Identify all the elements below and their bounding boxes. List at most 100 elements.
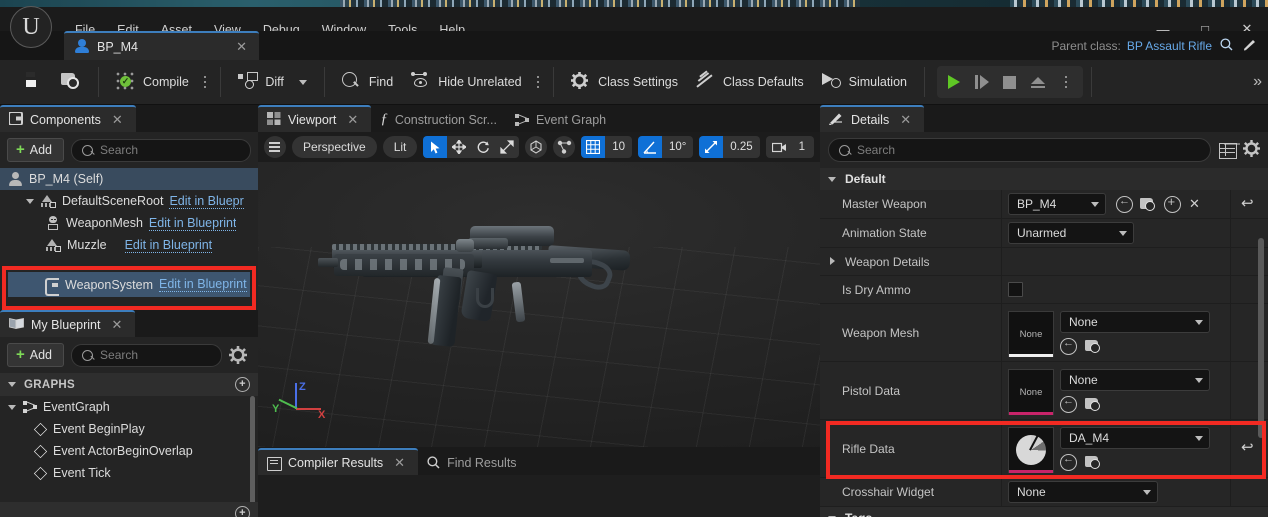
component-row-bp-m4-self[interactable]: BP_M4 (Self) [0,168,258,190]
tab-event-graph[interactable]: Event Graph [506,105,615,132]
use-selected-icon[interactable] [1060,337,1077,355]
class-settings-button[interactable]: Class Settings [562,65,687,99]
toolbar-overflow-button[interactable]: » [1253,73,1262,91]
component-row-weaponsystem[interactable]: WeaponSystem Edit in Blueprint [8,272,250,297]
browse-icon[interactable] [1085,338,1102,355]
stop-button[interactable] [996,68,1024,96]
step-button[interactable] [968,68,996,96]
component-row-weaponmesh[interactable]: WeaponMesh Edit in Blueprint [0,212,258,234]
crosshair-widget-combo[interactable]: None [1008,481,1158,503]
add-blueprint-item-button[interactable]: + Add [7,343,65,367]
camera-speed-value[interactable]: 1 [792,136,812,158]
add-item-button[interactable]: + [235,506,250,517]
edit-in-blueprint-link[interactable]: Edit in Blueprint [148,216,237,231]
property-row-weapon-details[interactable]: Weapon Details [820,248,1268,276]
weapon-mesh-thumbnail[interactable]: None [1008,311,1054,357]
pistol-data-thumbnail[interactable]: None [1008,369,1054,415]
eject-button[interactable] [1024,68,1052,96]
column-settings-icon[interactable] [1219,143,1237,159]
blueprint-item-event-tick[interactable]: Event Tick [0,462,258,484]
tab-details[interactable]: Details ✕ [820,105,925,132]
tab-compiler-results[interactable]: Compiler Results ✕ [258,448,419,475]
close-icon[interactable]: ✕ [896,112,915,128]
close-icon[interactable]: ✕ [108,112,127,128]
rifle-data-combo[interactable]: DA_M4 [1060,427,1210,449]
pencil-icon[interactable] [1241,38,1258,54]
diff-button[interactable]: Diff [229,65,316,99]
hide-unrelated-options-button[interactable] [531,75,546,89]
pistol-data-combo[interactable]: None [1060,369,1210,391]
master-weapon-combo[interactable]: BP_M4 [1008,193,1106,215]
tab-my-blueprint[interactable]: My Blueprint ✕ [0,310,136,337]
details-category-default[interactable]: Default [820,168,1268,190]
details-search-input[interactable]: Search [828,138,1211,162]
chevron-right-icon[interactable] [828,257,837,266]
find-button[interactable]: Find [333,65,402,99]
angle-snap-icon[interactable] [638,136,662,158]
search-icon[interactable] [1218,38,1235,54]
gear-icon[interactable] [1243,140,1260,160]
viewport-view-mode-button[interactable]: Perspective [291,136,377,158]
scale-snap-icon[interactable] [699,136,724,158]
play-options-button[interactable] [1052,68,1080,96]
blueprint-item-event-actorbeginoverlap[interactable]: Event ActorBeginOverlap [0,440,258,462]
add-icon[interactable] [1164,194,1181,213]
chevron-down-icon[interactable] [26,197,35,206]
angle-snap-value[interactable]: 10° [661,136,694,158]
section-header-graphs[interactable]: GRAPHS + [0,373,258,396]
unreal-engine-logo[interactable]: U [10,6,52,48]
scale-tool-button[interactable] [495,136,520,158]
viewport-canvas[interactable]: Z X Y [258,162,820,447]
chevron-down-icon[interactable] [8,403,17,412]
grid-snap-icon[interactable] [581,136,606,158]
close-icon[interactable]: ✕ [343,112,362,128]
browse-button[interactable] [52,65,90,99]
section-header-next[interactable]: + [0,502,258,517]
scale-snap-value[interactable]: 0.25 [723,136,760,158]
rotate-tool-button[interactable] [471,136,496,158]
browse-icon[interactable] [1085,454,1102,471]
add-component-button[interactable]: + Add [7,138,65,162]
play-button[interactable] [940,68,968,96]
edit-in-blueprint-link[interactable]: Edit in Blueprint [124,238,213,253]
asset-tab-bp-m4[interactable]: BP_M4 ✕ [64,31,259,60]
tab-components[interactable]: Components ✕ [0,105,136,132]
compile-options-button[interactable] [198,75,213,89]
is-dry-ammo-checkbox[interactable] [1008,282,1023,297]
tab-find-results[interactable]: Find Results [418,448,525,475]
details-category-tags[interactable]: Tags [820,507,1268,517]
my-blueprint-scrollbar[interactable] [250,396,255,516]
grid-snap-value[interactable]: 10 [605,136,632,158]
use-selected-icon[interactable] [1116,195,1133,213]
edit-in-blueprint-link[interactable]: Edit in Bluepr [169,194,244,209]
use-selected-icon[interactable] [1060,453,1077,471]
parent-class-value[interactable]: BP Assault Rifle [1127,39,1212,53]
coordinate-system-button[interactable] [525,136,548,158]
component-row-defaultsceneroot[interactable]: DefaultSceneRoot Edit in Bluepr [0,190,258,212]
close-icon[interactable]: ✕ [107,317,126,333]
component-row-muzzle[interactable]: Muzzle Edit in Blueprint [0,234,258,256]
simulation-button[interactable]: Simulation [813,65,916,99]
edit-in-blueprint-link[interactable]: Edit in Blueprint [159,277,247,292]
details-scrollbar[interactable] [1258,238,1264,438]
clear-icon[interactable] [1188,196,1205,213]
use-selected-icon[interactable] [1060,395,1077,413]
animation-state-combo[interactable]: Unarmed [1008,222,1134,244]
camera-speed-control[interactable]: 1 [765,136,815,158]
reset-to-default-button[interactable] [1230,190,1268,218]
grid-snap-control[interactable]: 10 [581,136,632,158]
compile-button[interactable]: ✓ Compile [107,65,198,99]
close-icon[interactable]: ✕ [390,455,409,471]
blueprint-item-event-beginplay[interactable]: Event BeginPlay [0,418,258,440]
viewport-lighting-mode-button[interactable]: Lit [382,136,418,158]
move-tool-button[interactable] [447,136,472,158]
viewport-menu-button[interactable] [264,136,286,158]
surface-snap-button[interactable] [553,136,576,158]
browse-icon[interactable] [1085,396,1102,413]
add-graph-button[interactable]: + [235,377,250,392]
blueprint-item-eventgraph[interactable]: EventGraph [0,396,258,418]
hide-unrelated-button[interactable]: Hide Unrelated [402,65,530,99]
angle-snap-control[interactable]: 10° [638,136,694,158]
class-defaults-button[interactable]: Class Defaults [687,65,813,99]
gear-icon[interactable] [229,346,247,364]
